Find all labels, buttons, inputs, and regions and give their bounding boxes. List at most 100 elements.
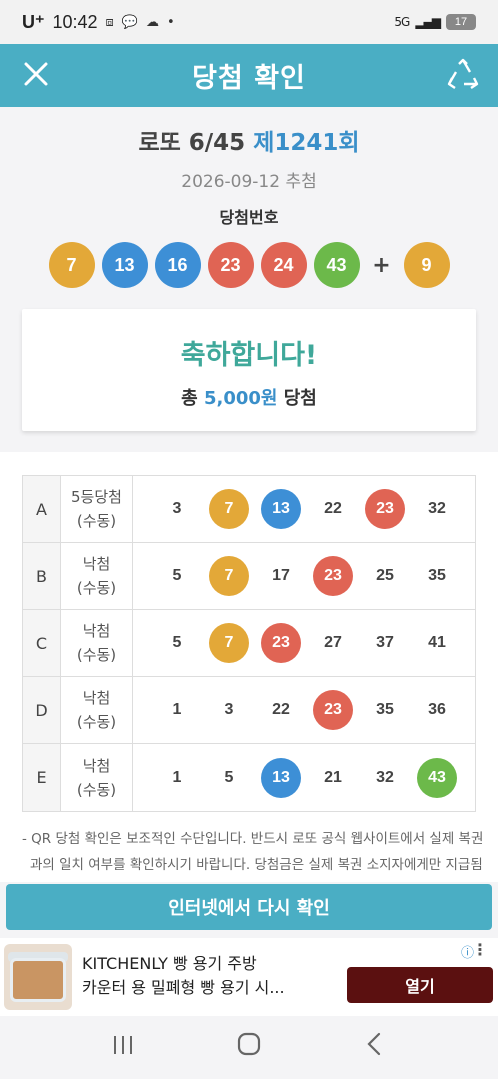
signal-icon: ▂▄▆: [415, 15, 441, 29]
ad-image-box: [10, 958, 66, 1002]
game-numbers: 5 7 17 23 25 35: [133, 543, 475, 609]
cloud-icon: ☁: [146, 14, 160, 30]
game-result-label: 낙첨: [82, 689, 111, 707]
home-icon[interactable]: [219, 1031, 279, 1064]
winning-ball: 23: [207, 242, 254, 288]
game-number: 36: [428, 701, 446, 718]
draw-summary: 로또 6/45 제1241회 2026-09-12 추첨 당첨번호 7 13 1…: [0, 107, 498, 452]
winning-ball: 24: [260, 242, 307, 288]
ad-banner[interactable]: KITCHENLY 빵 용기 주방 카운터 용 밀폐형 빵 용기 시... ⓘ …: [0, 938, 498, 1016]
game-letter: C: [23, 610, 61, 676]
game-number: 22: [324, 500, 342, 517]
bonus-ball: 9: [403, 242, 450, 288]
notification-dot-icon: •: [167, 14, 175, 30]
ad-title-line: KITCHENLY 빵 용기 주방: [82, 954, 257, 973]
game-number: 5: [224, 768, 234, 786]
screenshot-icon: ⧈: [105, 14, 114, 30]
game-result: 낙첨 (수동): [61, 677, 133, 743]
game-number: 41: [428, 634, 446, 651]
game-number: 27: [324, 634, 342, 651]
game-row: C 낙첨 (수동) 5 7 23 27 37 41: [23, 610, 475, 677]
prize-suffix: 당첨: [283, 388, 317, 409]
game-letter: D: [23, 677, 61, 743]
game-mode-label: (수동): [76, 512, 117, 530]
winning-numbers-label: 당첨번호: [219, 208, 279, 227]
matched-number: 7: [209, 556, 249, 596]
recheck-online-button[interactable]: 인터넷에서 다시 확인: [6, 884, 492, 930]
lottery-name: 로또 6/45: [138, 130, 246, 156]
notice-line: - QR 당첨 확인은 보조적인 수단입니다. 반드시 로또 공식 웹사이트에서…: [22, 831, 484, 847]
ad-title[interactable]: KITCHENLY 빵 용기 주방 카운터 용 밀폐형 빵 용기 시...: [82, 952, 337, 1000]
game-number: 21: [324, 768, 342, 786]
game-number: 17: [272, 567, 290, 584]
game-numbers: 1 3 22 23 35 36: [133, 677, 475, 743]
recycle-icon[interactable]: [442, 54, 484, 96]
games-section: A 5등당첨 (수동) 3 7 13 22 23 32 B 낙첨 (수동) 5 7 17 23 2…: [0, 452, 498, 882]
game-number: 5: [172, 567, 182, 584]
system-nav-bar: [0, 1016, 498, 1079]
close-icon[interactable]: [16, 54, 56, 94]
recent-apps-icon[interactable]: [93, 1033, 153, 1063]
game-result: 5등당첨 (수동): [61, 476, 133, 542]
game-number: 1: [172, 701, 182, 718]
ad-open-button[interactable]: 열기: [347, 967, 493, 1003]
game-number: 35: [376, 701, 394, 718]
game-number: 3: [172, 500, 182, 517]
matched-number: 7: [209, 623, 249, 663]
game-result: 낙첨 (수동): [61, 543, 133, 609]
carrier-label: U⁺: [22, 11, 45, 32]
prize-prefix: 총: [181, 388, 198, 409]
game-number: 3: [224, 701, 234, 718]
matched-number: 13: [261, 757, 301, 798]
back-icon[interactable]: [345, 1031, 405, 1064]
status-bar: U⁺ 10:42 ⧈ 💬 ☁ • 5G ▂▄▆ 17: [0, 0, 498, 44]
game-number: 32: [428, 500, 446, 517]
game-result: 낙첨 (수동): [61, 610, 133, 676]
winning-numbers: 7 13 16 23 24 43 + 9: [0, 242, 498, 288]
plus-sign: +: [372, 252, 391, 278]
game-result: 낙첨 (수동): [61, 744, 133, 811]
game-number: 35: [428, 567, 446, 584]
game-row: E 낙첨 (수동) 1 5 13 21 32 43: [23, 744, 475, 811]
notice-line: 과의 일치 여부를 확인하시기 바랍니다. 당첨금은 실제 복권 소지자에게만 …: [30, 857, 483, 873]
game-result-label: 낙첨: [82, 756, 111, 775]
battery-icon: 17: [446, 14, 476, 30]
matched-number: 43: [417, 757, 457, 798]
matched-number: 7: [209, 489, 249, 529]
game-number: 5: [172, 634, 182, 651]
congrats-message: 축하합니다!: [180, 340, 318, 371]
matched-number: 23: [313, 690, 353, 730]
game-number: 32: [376, 768, 394, 786]
more-vertical-icon[interactable]: ⋮: [472, 940, 488, 959]
network-type: 5G: [394, 15, 410, 29]
game-numbers: 1 5 13 21 32 43: [133, 744, 475, 811]
game-letter: A: [23, 476, 61, 542]
page-title: 당첨 확인: [192, 63, 306, 94]
game-row: B 낙첨 (수동) 5 7 17 23 25 35: [23, 543, 475, 610]
round-title: 로또 6/45 제1241회: [0, 123, 498, 157]
game-number: 22: [272, 701, 290, 718]
notice-text: - QR 당첨 확인은 보조적인 수단입니다. 반드시 로또 공식 웹사이트에서…: [22, 826, 484, 878]
game-result-label: 낙첨: [82, 622, 111, 640]
winning-ball: 13: [101, 242, 148, 288]
prize-line: 총 5,000원 당첨: [22, 384, 476, 410]
game-mode-label: (수동): [76, 646, 117, 664]
game-number: 25: [376, 567, 394, 584]
game-numbers: 3 7 13 22 23 32: [133, 476, 475, 542]
matched-number: 23: [365, 489, 405, 529]
winning-ball: 43: [313, 242, 360, 288]
ad-product-image[interactable]: [4, 944, 72, 1010]
matched-number: 13: [261, 489, 301, 529]
game-mode-label: (수동): [76, 780, 117, 799]
game-numbers: 5 7 23 27 37 41: [133, 610, 475, 676]
game-number: 37: [376, 634, 394, 651]
game-result-label: 낙첨: [82, 555, 111, 573]
game-mode-label: (수동): [76, 579, 117, 597]
status-time: 10:42: [52, 11, 98, 32]
game-result-label: 5등당첨: [71, 488, 122, 506]
game-letter: E: [23, 744, 61, 811]
winning-ball: 16: [154, 242, 201, 288]
matched-number: 23: [313, 556, 353, 596]
draw-date: 2026-09-12 추첨: [181, 172, 317, 192]
ad-title-line: 카운터 용 밀폐형 빵 용기 시...: [82, 978, 285, 997]
